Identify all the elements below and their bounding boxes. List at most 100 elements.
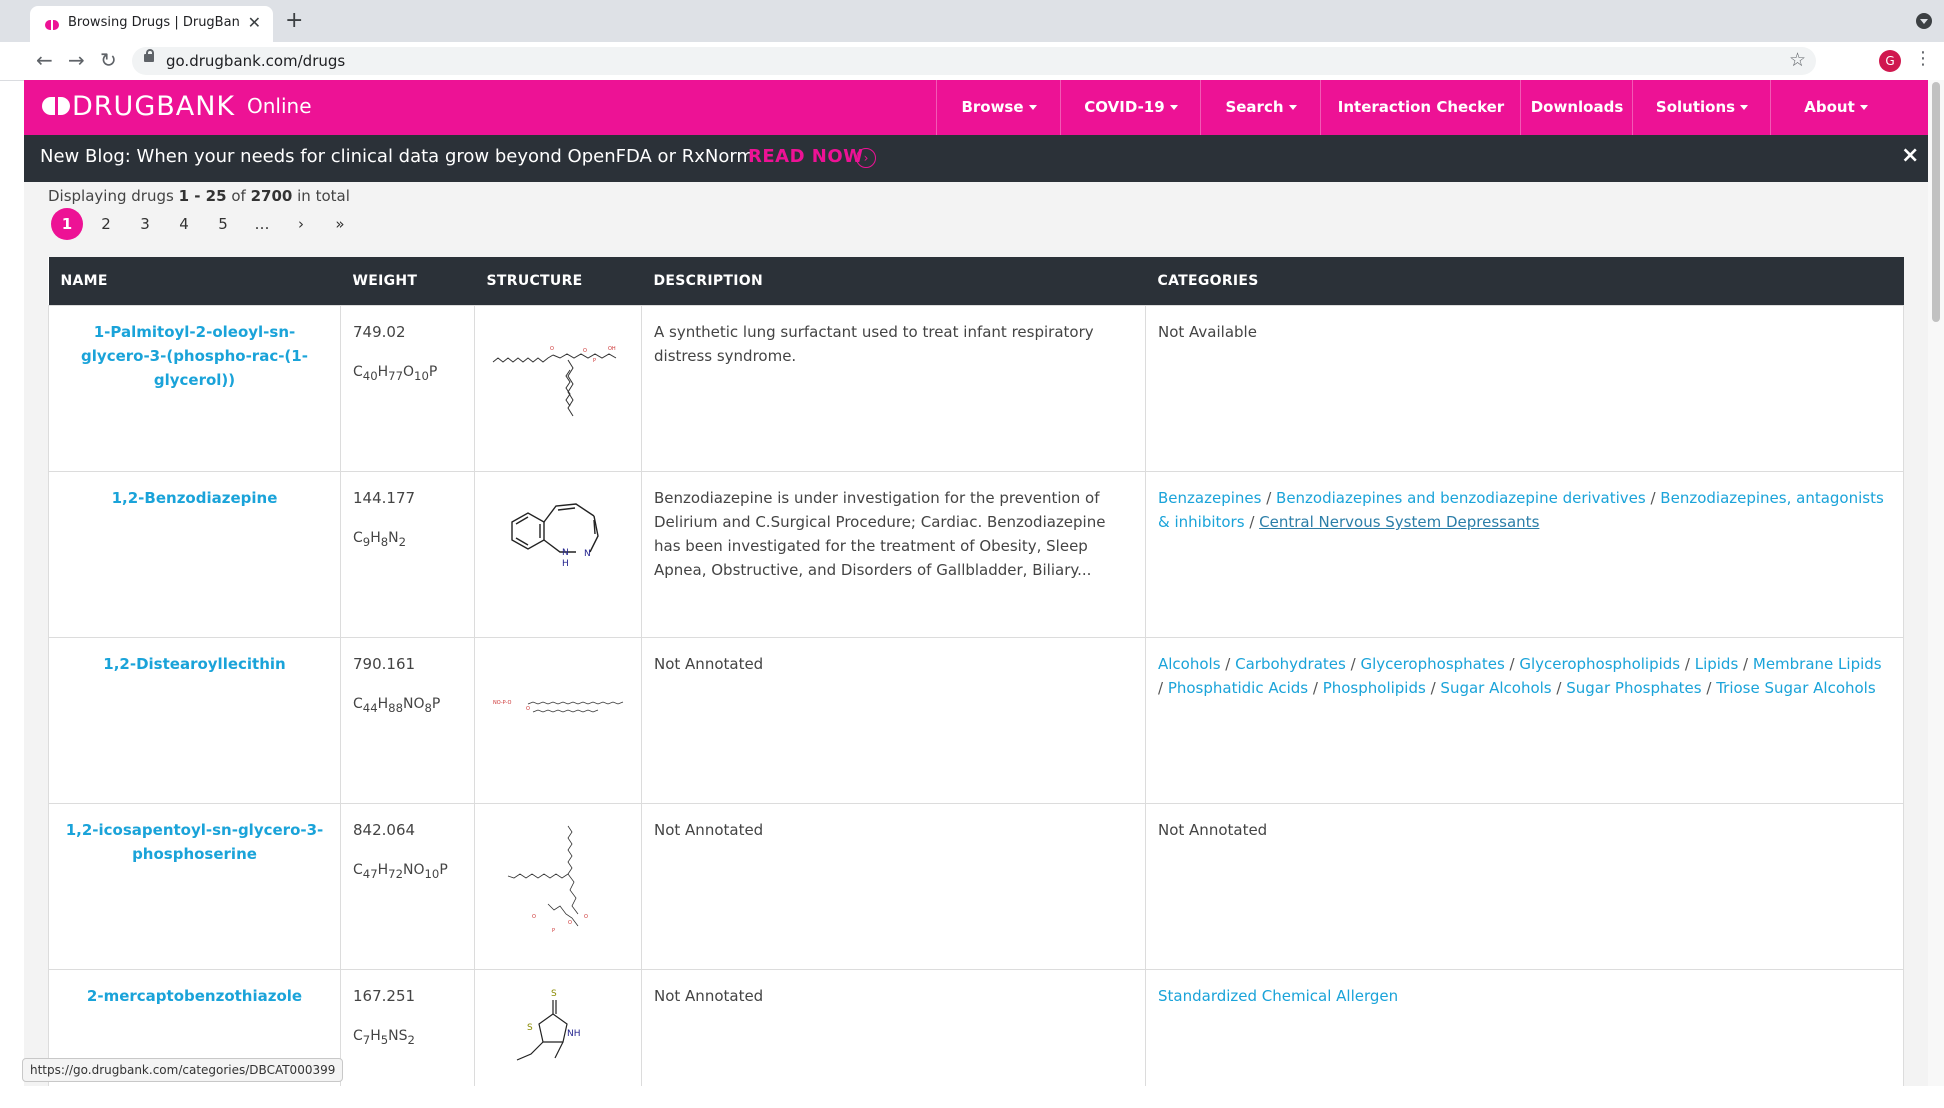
table-row: 1,2-Distearoyllecithin 790.161 C44H88NO8P N… [48, 637, 1904, 804]
category-link[interactable]: Alcohols [1158, 655, 1221, 673]
molecular-weight: 842.064 [353, 821, 416, 839]
svg-text:P: P [552, 928, 555, 934]
page-link[interactable]: 3 [129, 208, 161, 240]
page-link[interactable]: 5 [207, 208, 239, 240]
molecule-structure-image[interactable]: S S NH [503, 984, 613, 1084]
nav-label: Interaction Checker [1337, 98, 1505, 116]
svg-text:O: O [568, 920, 572, 926]
category-separator: / [1261, 489, 1277, 507]
page-link[interactable]: » [324, 208, 356, 240]
category-separator: / [1158, 679, 1168, 697]
cell-categories: Not Annotated [1145, 803, 1904, 970]
category-link[interactable]: Standardized Chemical Allergen [1158, 987, 1398, 1005]
url-field[interactable]: go.drugbank.com/drugs ☆ [132, 47, 1816, 75]
molecule-structure-image[interactable]: NO-P-O O [488, 652, 628, 752]
molecular-weight: 167.251 [353, 987, 416, 1005]
back-icon[interactable]: ← [36, 48, 53, 72]
category-separator: / [1551, 679, 1567, 697]
svg-text:OH: OH [608, 346, 616, 352]
category-separator: / [1345, 655, 1361, 673]
profile-avatar[interactable]: G [1879, 50, 1901, 72]
page-link[interactable]: … [246, 208, 278, 240]
cell-name: 1,2-icosapentoyl-sn-glycero-3-phosphoser… [48, 803, 341, 970]
reload-icon[interactable]: ↻ [100, 48, 117, 72]
drug-name-link[interactable]: 1-Palmitoyl-2-oleoyl-sn-glycero-3-(phosp… [61, 320, 328, 392]
category-link[interactable]: Glycerophospholipids [1519, 655, 1680, 673]
drug-name-link[interactable]: 1,2-icosapentoyl-sn-glycero-3-phosphoser… [61, 818, 328, 866]
cell-description: Not Annotated [641, 803, 1146, 970]
browser-menu-icon[interactable]: ⋮ [1914, 48, 1932, 69]
category-link[interactable]: Sugar Phosphates [1566, 679, 1701, 697]
category-link[interactable]: Sugar Alcohols [1440, 679, 1551, 697]
scrollbar-thumb[interactable] [1932, 82, 1940, 322]
cell-structure: NO-P-O O [474, 637, 642, 804]
summary-suffix: in total [297, 187, 350, 205]
chemical-formula: C9H8N2 [353, 530, 407, 549]
page-link[interactable]: › [285, 208, 317, 240]
new-tab-button[interactable]: + [285, 8, 303, 33]
column-header-structure: STRUCTURE [474, 257, 642, 306]
nav-browse[interactable]: Browse [936, 80, 1061, 135]
column-header-weight[interactable]: WEIGHT [340, 257, 475, 306]
svg-text:O: O [550, 346, 554, 352]
cell-description: Not Annotated [641, 969, 1146, 1086]
drug-name-link[interactable]: 1,2-Distearoyllecithin [61, 652, 328, 676]
nav-downloads[interactable]: Downloads [1520, 80, 1633, 135]
svg-text:O: O [526, 706, 530, 712]
bookmark-star-icon[interactable]: ☆ [1789, 49, 1806, 71]
category-link[interactable]: Benzodiazepines and benzodiazepine deriv… [1276, 489, 1646, 507]
page-link[interactable]: 2 [90, 208, 122, 240]
column-header-categories: CATEGORIES [1145, 257, 1904, 306]
page-link[interactable]: 4 [168, 208, 200, 240]
svg-text:O: O [532, 914, 536, 920]
page-scrollbar[interactable] [1928, 80, 1944, 1086]
drug-description: A synthetic lung surfactant used to trea… [654, 323, 1094, 365]
tab-search-icon[interactable] [1916, 13, 1932, 29]
close-tab-icon[interactable]: ✕ [248, 13, 261, 32]
svg-text:H: H [562, 559, 569, 569]
nav-about[interactable]: About [1770, 80, 1901, 135]
category-separator: / [1220, 655, 1236, 673]
summary-prefix: Displaying drugs [48, 187, 174, 205]
category-link[interactable]: Membrane Lipids [1753, 655, 1882, 673]
molecule-structure-image[interactable]: O OPOH [488, 320, 628, 420]
cell-categories: Standardized Chemical Allergen [1145, 969, 1904, 1086]
category-separator: / [1645, 489, 1661, 507]
read-now-link[interactable]: READ NOW [748, 146, 864, 167]
forward-icon[interactable]: → [68, 48, 85, 72]
cell-categories: Not Available [1145, 305, 1904, 472]
category-link[interactable]: Phosphatidic Acids [1168, 679, 1308, 697]
nav-label: Browse [961, 98, 1024, 116]
browser-tab[interactable]: Browsing Drugs | DrugBank On ✕ [30, 6, 273, 42]
category-link[interactable]: Carbohydrates [1235, 655, 1346, 673]
category-link[interactable]: Glycerophosphates [1360, 655, 1504, 673]
caret-down-icon [1859, 105, 1868, 110]
table-row: 1-Palmitoyl-2-oleoyl-sn-glycero-3-(phosp… [48, 305, 1904, 472]
category-separator: / [1504, 655, 1520, 673]
cell-description: A synthetic lung surfactant used to trea… [641, 305, 1146, 472]
category-link[interactable]: Phospholipids [1323, 679, 1426, 697]
nav-interaction-checker[interactable]: Interaction Checker [1320, 80, 1521, 135]
arrow-circle-icon[interactable]: › [856, 148, 876, 168]
molecule-structure-image[interactable]: NNH [498, 486, 618, 586]
category-link[interactable]: Lipids [1695, 655, 1739, 673]
nav-label: Downloads [1530, 98, 1624, 116]
category-separator: / [1425, 679, 1441, 697]
cell-name: 1-Palmitoyl-2-oleoyl-sn-glycero-3-(phosp… [48, 305, 341, 472]
page-1-current[interactable]: 1 [51, 208, 83, 240]
nav-solutions[interactable]: Solutions [1632, 80, 1771, 135]
cell-description: Benzodiazepine is under investigation fo… [641, 471, 1146, 638]
drug-name-link[interactable]: 2-mercaptobenzothiazole [61, 984, 328, 1008]
svg-text:S: S [551, 989, 557, 999]
molecule-structure-image[interactable]: O O P O [488, 818, 628, 948]
category-link[interactable]: Central Nervous System Depressants [1259, 513, 1539, 531]
nav-search[interactable]: Search [1200, 80, 1321, 135]
molecular-weight: 790.161 [353, 655, 416, 673]
column-header-name[interactable]: NAME [48, 257, 341, 306]
nav-covid-19[interactable]: COVID-19 [1060, 80, 1201, 135]
category-link[interactable]: Benzazepines [1158, 489, 1261, 507]
drug-name-link[interactable]: 1,2-Benzodiazepine [61, 486, 328, 510]
status-bar-url: https://go.drugbank.com/categories/DBCAT… [22, 1058, 344, 1082]
category-link[interactable]: Triose Sugar Alcohols [1716, 679, 1875, 697]
banner-close-icon[interactable]: × [1901, 143, 1919, 168]
